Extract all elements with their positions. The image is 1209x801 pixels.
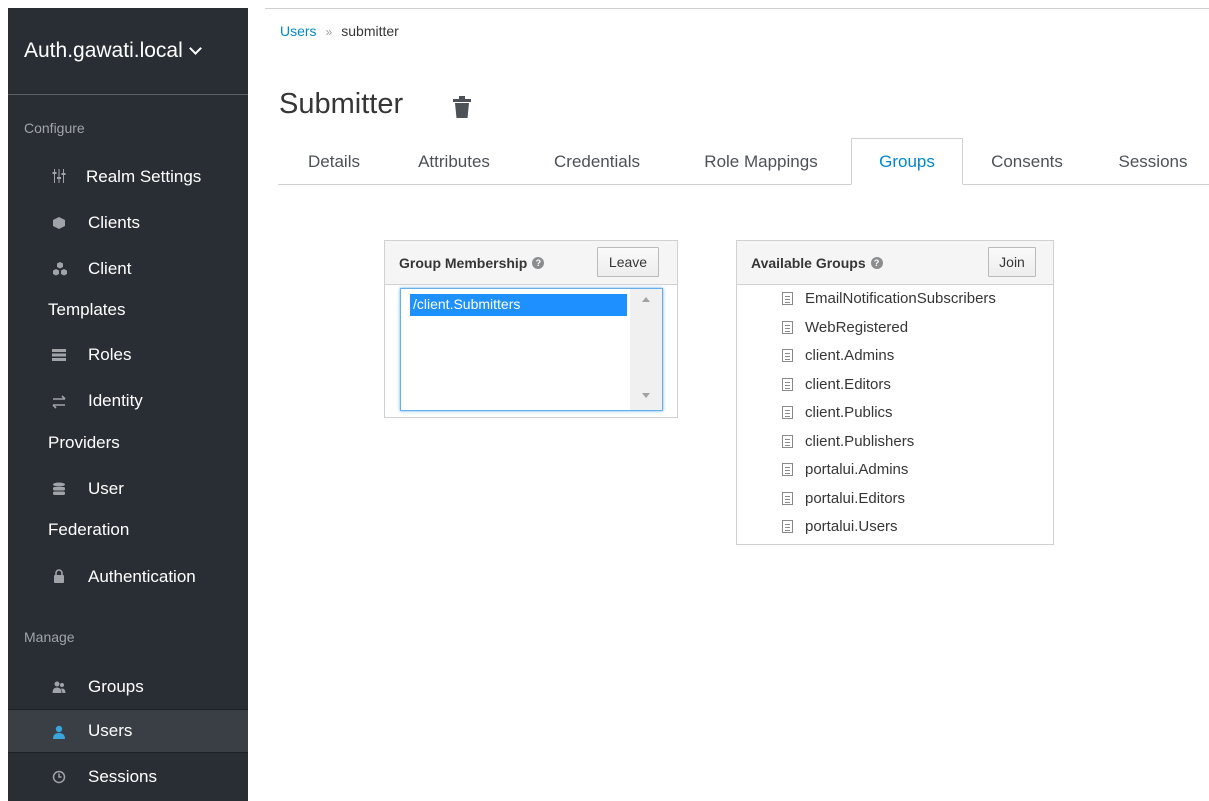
- sidebar-item-label: Authentication: [88, 567, 196, 586]
- list-item[interactable]: portalui.Editors: [782, 490, 905, 507]
- sidebar-item-label: User: [88, 479, 124, 498]
- breadcrumb: Users » submitter: [280, 23, 399, 39]
- tab-groups[interactable]: Groups: [851, 138, 963, 185]
- top-rule: [265, 8, 1209, 9]
- join-button[interactable]: Join: [988, 247, 1036, 277]
- users-icon: [52, 679, 66, 693]
- tab-attributes[interactable]: Attributes: [394, 138, 514, 185]
- sidebar: Auth.gawati.local Configure Realm Settin…: [8, 8, 248, 801]
- sidebar-item-roles[interactable]: Roles: [8, 340, 248, 370]
- sliders-icon: [52, 168, 66, 183]
- document-icon: [782, 492, 793, 505]
- sidebar-item-label: Groups: [88, 677, 144, 696]
- user-icon: [52, 724, 66, 739]
- list-item-label: EmailNotificationSubscribers: [805, 290, 996, 307]
- sidebar-item-label: Identity: [88, 391, 143, 410]
- exchange-icon: [52, 394, 66, 409]
- sidebar-item-sessions[interactable]: Sessions: [8, 762, 248, 792]
- document-icon: [782, 349, 793, 362]
- document-icon: [782, 292, 793, 305]
- sidebar-item-label-line2: Templates: [48, 300, 126, 319]
- document-icon: [782, 406, 793, 419]
- sidebar-item-label-line2: Providers: [48, 433, 120, 452]
- sidebar-item-label: Client: [88, 259, 132, 278]
- breadcrumb-separator: »: [325, 25, 333, 39]
- sidebar-item-label: Roles: [88, 345, 132, 364]
- scroll-down-arrow-icon[interactable]: [642, 393, 650, 398]
- tab-bar: Details Attributes Credentials Role Mapp…: [278, 138, 1209, 185]
- list-item-label: client.Admins: [805, 347, 895, 364]
- lock-icon: [52, 568, 66, 583]
- list-item[interactable]: client.Admins: [782, 347, 894, 364]
- trash-icon[interactable]: [451, 95, 473, 121]
- group-membership-panel: Group Membership ? Leave /client.Submitt…: [384, 240, 678, 418]
- document-icon: [782, 321, 793, 334]
- list-item-label: portalui.Editors: [805, 490, 906, 507]
- tab-role-mappings[interactable]: Role Mappings: [678, 138, 844, 185]
- list-item[interactable]: portalui.Users: [782, 518, 898, 535]
- list-item-selected[interactable]: /client.Submitters: [410, 294, 627, 316]
- chevron-down-icon: [188, 41, 202, 55]
- sidebar-item-label: Realm Settings: [86, 167, 202, 186]
- group-membership-list[interactable]: /client.Submitters: [400, 288, 663, 411]
- help-icon[interactable]: ?: [532, 256, 545, 269]
- configure-section-label: Configure: [24, 120, 85, 136]
- scroll-up-arrow-icon[interactable]: [642, 297, 650, 302]
- sidebar-item-identity-providers[interactable]: Identity Providers: [8, 386, 248, 456]
- breadcrumb-current: submitter: [341, 23, 399, 39]
- group-membership-title: Group Membership: [399, 254, 528, 271]
- list-item-label: portalui.Users: [805, 518, 898, 535]
- document-icon: [782, 520, 793, 533]
- document-icon: [782, 463, 793, 476]
- leave-button[interactable]: Leave: [597, 247, 659, 277]
- sidebar-item-realm-settings[interactable]: Realm Settings: [8, 162, 248, 192]
- list-item[interactable]: WebRegistered: [782, 319, 908, 336]
- sidebar-item-client-templates[interactable]: Client Templates: [8, 254, 248, 324]
- sidebar-item-authentication[interactable]: Authentication: [8, 562, 248, 592]
- sidebar-item-clients[interactable]: Clients: [8, 208, 248, 238]
- realm-name: Auth.gawati.local: [24, 39, 183, 62]
- list-item[interactable]: client.Publishers: [782, 433, 914, 450]
- database-icon: [52, 481, 66, 495]
- cubes-icon: [52, 261, 68, 276]
- sidebar-item-groups[interactable]: Groups: [8, 672, 248, 702]
- sidebar-item-label: Sessions: [88, 767, 157, 786]
- list-item[interactable]: portalui.Admins: [782, 461, 908, 478]
- available-groups-panel: Available Groups ? Join EmailNotificatio…: [736, 240, 1054, 545]
- list-item[interactable]: client.Editors: [782, 376, 891, 393]
- manage-section-label: Manage: [24, 629, 75, 645]
- tab-details[interactable]: Details: [286, 138, 382, 185]
- breadcrumb-users-link[interactable]: Users: [280, 23, 317, 39]
- list-item-label: portalui.Admins: [805, 461, 909, 478]
- tab-sessions[interactable]: Sessions: [1101, 138, 1205, 185]
- sidebar-item-label-line2: Federation: [48, 520, 130, 539]
- list-item[interactable]: client.Publics: [782, 404, 893, 421]
- tab-credentials[interactable]: Credentials: [528, 138, 666, 185]
- cube-icon: [52, 215, 66, 229]
- realm-selector[interactable]: Auth.gawati.local: [8, 8, 248, 95]
- list-item-label: client.Editors: [805, 376, 891, 393]
- sidebar-item-user-federation[interactable]: User Federation: [8, 474, 248, 544]
- list-icon: [52, 347, 66, 361]
- help-icon[interactable]: ?: [870, 256, 883, 269]
- sidebar-item-users[interactable]: Users: [8, 709, 248, 753]
- scrollbar[interactable]: [630, 289, 662, 410]
- page-title: Submitter: [279, 88, 404, 120]
- list-item[interactable]: EmailNotificationSubscribers: [782, 290, 996, 307]
- list-item-label: client.Publishers: [805, 433, 915, 450]
- sidebar-item-label: Users: [88, 721, 133, 740]
- list-item-label: client.Publics: [805, 404, 893, 421]
- available-groups-title: Available Groups: [751, 254, 866, 271]
- list-item-label: WebRegistered: [805, 319, 909, 336]
- sidebar-item-label: Clients: [88, 213, 140, 232]
- clock-icon: [52, 769, 66, 784]
- document-icon: [782, 435, 793, 448]
- tab-consents[interactable]: Consents: [973, 138, 1081, 185]
- document-icon: [782, 378, 793, 391]
